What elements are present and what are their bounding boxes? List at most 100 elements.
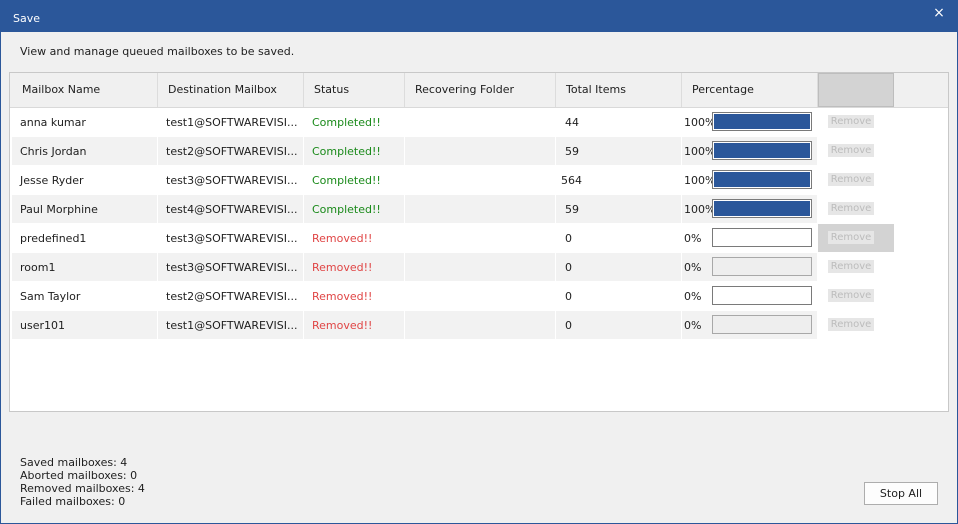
cell-remove: Remove: [818, 108, 894, 136]
remove-button[interactable]: Remove: [828, 144, 874, 157]
cell-recovering-folder: [405, 253, 555, 281]
close-icon[interactable]: ×: [931, 5, 947, 21]
cell-destination-mailbox-text: test4@SOFTWAREVISI...: [166, 203, 298, 216]
progress-bar: [712, 315, 812, 334]
cell-status: Completed!!: [304, 108, 404, 136]
cell-mailbox-name: predefined1: [12, 224, 157, 252]
cell-recovering-folder: [405, 195, 555, 223]
progress-fill: [714, 114, 810, 129]
cell-status-text: Removed!!: [312, 232, 373, 245]
column-header-total-items[interactable]: Total Items Processed: [556, 73, 682, 130]
cell-destination-mailbox-text: test1@SOFTWAREVISI...: [166, 319, 298, 332]
table-row[interactable]: Sam Taylor test2@SOFTWAREVISI... Removed!!…: [10, 282, 948, 311]
progress-bar: [712, 257, 812, 276]
failed-mailboxes-count: Failed mailboxes: 0: [20, 495, 126, 508]
column-header-recovering-folder[interactable]: Recovering Folder: [405, 73, 556, 107]
cell-total-items-text: 59: [565, 145, 579, 158]
column-header-status[interactable]: Status: [304, 73, 405, 107]
table-row[interactable]: user101 test1@SOFTWAREVISI... Removed!! 0 0%…: [10, 311, 948, 340]
remove-button[interactable]: Remove: [828, 289, 874, 302]
dialog-description: View and manage queued mailboxes to be s…: [20, 45, 295, 58]
progress-bar: [712, 228, 812, 247]
progress-fill: [714, 201, 810, 216]
cell-status: Removed!!: [304, 282, 404, 310]
progress-bar: [712, 170, 812, 189]
column-header-actions[interactable]: [818, 73, 894, 107]
cell-mailbox-name: Sam Taylor: [12, 282, 157, 310]
percentage-label: 100%: [684, 174, 716, 187]
cell-total-items-text: 59: [565, 203, 579, 216]
cell-total-items: 0: [556, 282, 681, 310]
cell-total-items-text: 0: [565, 319, 572, 332]
cell-destination-mailbox: test2@SOFTWAREVISI...: [158, 282, 303, 310]
cell-destination-mailbox: test4@SOFTWAREVISI...: [158, 195, 303, 223]
cell-status-text: Completed!!: [312, 116, 381, 129]
remove-button[interactable]: Remove: [828, 202, 874, 215]
cell-percentage: 0%: [682, 311, 817, 339]
cell-status: Removed!!: [304, 253, 404, 281]
cell-destination-mailbox: test2@SOFTWAREVISI...: [158, 137, 303, 165]
cell-remove: Remove: [818, 311, 894, 339]
cell-percentage: 100%: [682, 108, 817, 136]
progress-fill: [714, 172, 810, 187]
cell-mailbox-name-text: room1: [20, 261, 56, 274]
cell-status-text: Completed!!: [312, 174, 381, 187]
cell-status-text: Completed!!: [312, 203, 381, 216]
table-row[interactable]: Paul Morphine test4@SOFTWAREVISI... Comple…: [10, 195, 948, 224]
cell-recovering-folder: [405, 311, 555, 339]
column-header-destination-mailbox[interactable]: Destination Mailbox: [158, 73, 304, 107]
table-row[interactable]: Chris Jordan test2@SOFTWAREVISI... Complet…: [10, 137, 948, 166]
cell-remove: Remove: [818, 166, 894, 194]
column-header-percentage[interactable]: Percentage: [682, 73, 818, 107]
remove-button[interactable]: Remove: [828, 173, 874, 186]
cell-mailbox-name: room1: [12, 253, 157, 281]
cell-total-items: 0: [556, 224, 681, 252]
cell-status: Completed!!: [304, 137, 404, 165]
cell-recovering-folder: [405, 108, 555, 136]
cell-destination-mailbox-text: test2@SOFTWAREVISI...: [166, 290, 298, 303]
cell-recovering-folder: [405, 282, 555, 310]
cell-remove: Remove: [818, 253, 894, 281]
table-row[interactable]: anna kumar test1@SOFTWAREVISI... Completed…: [10, 108, 948, 137]
table-header: Mailbox Name Destination Mailbox Status …: [10, 73, 948, 130]
table-row[interactable]: Jesse Ryder test3@SOFTWAREVISI... Complete…: [10, 166, 948, 195]
cell-percentage: 100%: [682, 137, 817, 165]
cell-mailbox-name-text: Chris Jordan: [20, 145, 87, 158]
cell-destination-mailbox-text: test3@SOFTWAREVISI...: [166, 174, 298, 187]
remove-button[interactable]: Remove: [828, 231, 874, 244]
remove-button[interactable]: Remove: [828, 318, 874, 331]
table-row[interactable]: predefined1 test3@SOFTWAREVISI... Removed!…: [10, 224, 948, 253]
cell-status: Completed!!: [304, 195, 404, 223]
cell-mailbox-name: Jesse Ryder: [12, 166, 157, 194]
cell-mailbox-name: Chris Jordan: [12, 137, 157, 165]
percentage-label: 0%: [684, 319, 702, 332]
cell-recovering-folder: [405, 137, 555, 165]
cell-recovering-folder: [405, 166, 555, 194]
cell-status: Removed!!: [304, 224, 404, 252]
cell-total-items-text: 0: [565, 261, 572, 274]
cell-mailbox-name-text: Jesse Ryder: [20, 174, 84, 187]
table-row[interactable]: room1 test3@SOFTWAREVISI... Removed!! 0 0% Re…: [10, 253, 948, 282]
column-header-mailbox-name[interactable]: Mailbox Name: [12, 73, 158, 107]
cell-total-items: 59: [556, 137, 681, 165]
cell-mailbox-name-text: user101: [20, 319, 65, 332]
cell-mailbox-name: Paul Morphine: [12, 195, 157, 223]
remove-button[interactable]: Remove: [828, 260, 874, 273]
window-title: Save: [13, 12, 41, 25]
cell-destination-mailbox: test3@SOFTWAREVISI...: [158, 224, 303, 252]
stop-all-button[interactable]: Stop All: [864, 482, 938, 505]
cell-destination-mailbox: test1@SOFTWAREVISI...: [158, 311, 303, 339]
cell-status-text: Completed!!: [312, 145, 381, 158]
cell-remove: Remove: [818, 224, 894, 252]
percentage-label: 0%: [684, 232, 702, 245]
cell-percentage: 0%: [682, 224, 817, 252]
cell-percentage: 0%: [682, 282, 817, 310]
cell-destination-mailbox: test3@SOFTWAREVISI...: [158, 166, 303, 194]
progress-fill: [714, 143, 810, 158]
cell-total-items: 0: [556, 311, 681, 339]
removed-mailboxes-count: Removed mailboxes: 4: [20, 482, 145, 495]
remove-button[interactable]: Remove: [828, 115, 874, 128]
aborted-mailboxes-count: Aborted mailboxes: 0: [20, 469, 138, 482]
percentage-label: 0%: [684, 261, 702, 274]
cell-destination-mailbox-text: test3@SOFTWAREVISI...: [166, 261, 298, 274]
